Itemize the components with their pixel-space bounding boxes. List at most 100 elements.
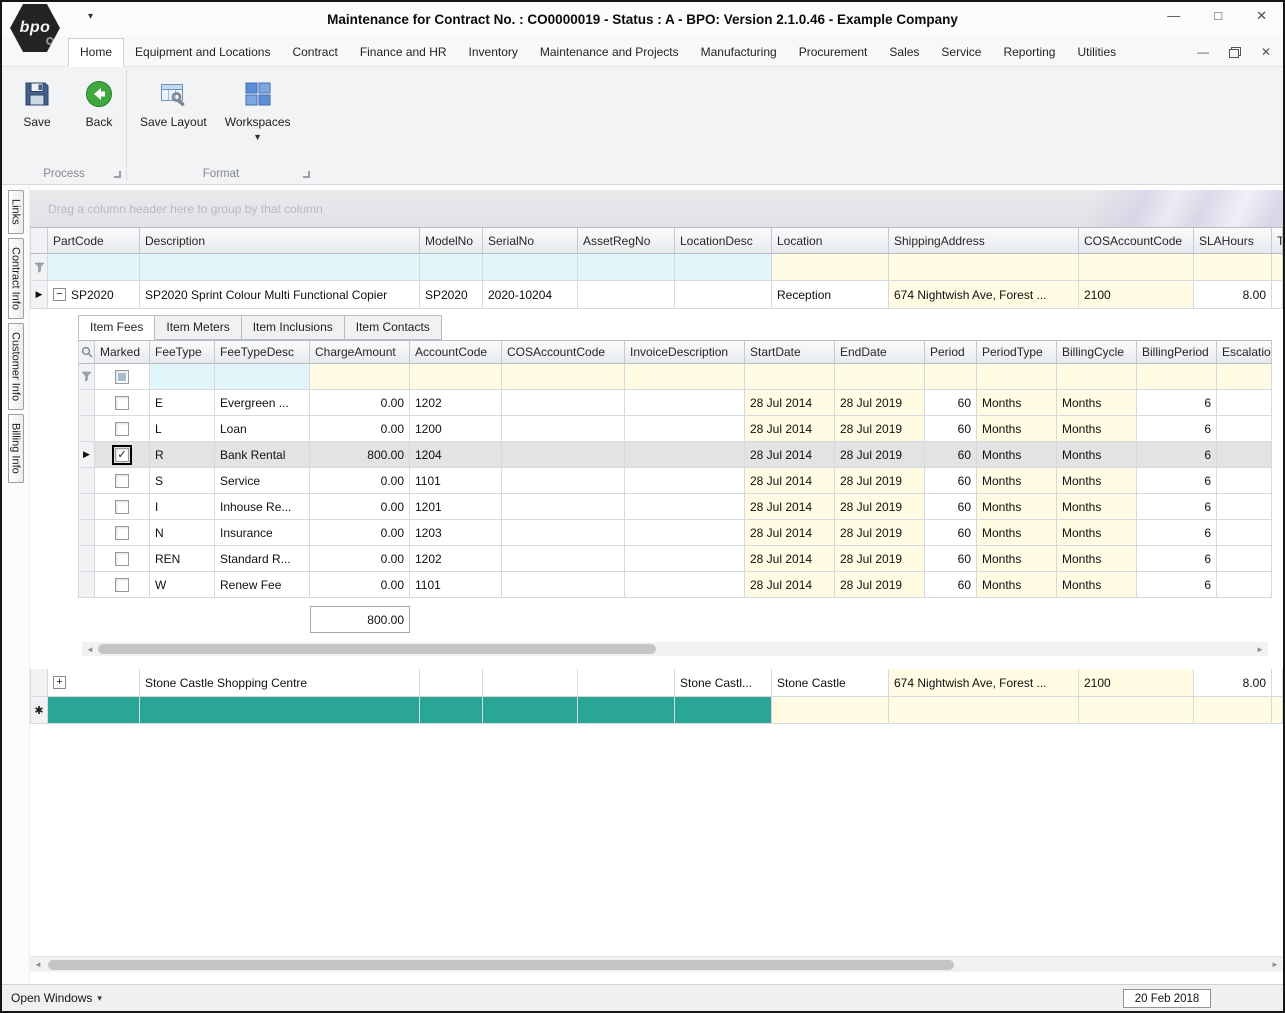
fee-row-w[interactable]: WRenew Fee0.00110128 Jul 201428 Jul 2019…	[78, 572, 1272, 598]
cell-marked[interactable]	[95, 520, 150, 546]
new-row-cell-location[interactable]	[772, 697, 889, 724]
cell-account-code[interactable]: 1200	[410, 416, 502, 442]
detail-column-accountcode[interactable]: AccountCode	[410, 341, 502, 364]
checkbox-unchecked-icon[interactable]	[115, 552, 129, 566]
cell-invoice-description[interactable]	[625, 442, 745, 468]
master-column-cosaccountcode[interactable]: COSAccountCode	[1079, 228, 1194, 254]
new-row-cell-t[interactable]	[1272, 697, 1283, 724]
close-button[interactable]: ✕	[1256, 8, 1267, 24]
detail-filter-invoicedescription[interactable]	[625, 364, 745, 390]
master-column-t[interactable]: T	[1272, 228, 1283, 254]
cell-escalation[interactable]	[1217, 468, 1272, 494]
expand-row-icon[interactable]: +	[53, 676, 66, 689]
cell-slahours[interactable]: 8.00	[1194, 281, 1272, 309]
scroll-left-icon[interactable]: ◄	[83, 642, 97, 656]
cell-invoice-description[interactable]	[625, 572, 745, 598]
cell-fee-type[interactable]: W	[150, 572, 215, 598]
cell-period-type[interactable]: Months	[977, 442, 1057, 468]
detail-tab-item-fees[interactable]: Item Fees	[78, 315, 155, 340]
cell-marked[interactable]	[95, 468, 150, 494]
cell-modelno[interactable]: SP2020	[420, 281, 483, 309]
cell-billing-period[interactable]: 6	[1137, 468, 1217, 494]
detail-column-startdate[interactable]: StartDate	[745, 341, 835, 364]
detail-column-period[interactable]: Period	[925, 341, 977, 364]
ribbon-tab-procurement[interactable]: Procurement	[788, 39, 879, 66]
cell-escalation[interactable]	[1217, 572, 1272, 598]
cell-fee-type-desc[interactable]: Inhouse Re...	[215, 494, 310, 520]
save-button[interactable]: Save	[10, 74, 64, 134]
detail-column-cosaccountcode[interactable]: COSAccountCode	[502, 341, 625, 364]
detail-filter-billingperiod[interactable]	[1137, 364, 1217, 390]
cell-fee-type[interactable]: I	[150, 494, 215, 520]
cell-cosaccountcode[interactable]: 2100	[1079, 281, 1194, 309]
detail-column-billingcycle[interactable]: BillingCycle	[1057, 341, 1137, 364]
cell-fee-type-desc[interactable]: Renew Fee	[215, 572, 310, 598]
cell-period[interactable]: 60	[925, 390, 977, 416]
master-row-stone-castle[interactable]: + Stone Castle Shopping Centre Stone Cas…	[30, 669, 1283, 697]
ribbon-tab-home[interactable]: Home	[68, 38, 124, 67]
cell-escalation[interactable]	[1217, 520, 1272, 546]
cell-marked[interactable]: ✓	[95, 442, 150, 468]
master-row-sp2020[interactable]: ▶ − SP2020 SP2020 Sprint Colour Multi Fu…	[30, 281, 1283, 309]
cell-period-type[interactable]: Months	[977, 572, 1057, 598]
master-filter-assetregno[interactable]	[578, 254, 675, 281]
back-button[interactable]: Back	[72, 74, 126, 134]
search-icon[interactable]	[78, 341, 95, 364]
cell-charge-amount[interactable]: 0.00	[310, 546, 410, 572]
new-row-cell-serialno[interactable]	[483, 697, 578, 724]
cell-end-date[interactable]: 28 Jul 2019	[835, 416, 925, 442]
cell-modelno[interactable]	[420, 669, 483, 697]
cell-account-code[interactable]: 1101	[410, 468, 502, 494]
cell-billing-period[interactable]: 6	[1137, 416, 1217, 442]
cell-start-date[interactable]: 28 Jul 2014	[745, 572, 835, 598]
side-tab-contract-info[interactable]: Contract Info	[8, 238, 24, 319]
cell-fee-type-desc[interactable]: Evergreen ...	[215, 390, 310, 416]
scrollbar-thumb[interactable]	[48, 960, 954, 970]
new-row-cell-shippingaddress[interactable]	[889, 697, 1079, 724]
side-tab-customer-info[interactable]: Customer Info	[8, 323, 24, 410]
cell-period[interactable]: 60	[925, 468, 977, 494]
detail-column-marked[interactable]: Marked	[95, 341, 150, 364]
master-filter-description[interactable]	[140, 254, 420, 281]
cell-cosaccountcode[interactable]: 2100	[1079, 669, 1194, 697]
ribbon-tab-utilities[interactable]: Utilities	[1066, 39, 1127, 66]
scrollbar-thumb[interactable]	[98, 644, 656, 654]
date-field[interactable]: 20 Feb 2018	[1123, 989, 1211, 1008]
fee-row-n[interactable]: NInsurance0.00120328 Jul 201428 Jul 2019…	[78, 520, 1272, 546]
cell-invoice-description[interactable]	[625, 416, 745, 442]
cell-cos-account-code[interactable]	[502, 572, 625, 598]
cell-marked[interactable]	[95, 390, 150, 416]
cell-billing-period[interactable]: 6	[1137, 390, 1217, 416]
mdi-close-button[interactable]: ✕	[1261, 45, 1271, 59]
cell-shippingaddress[interactable]: 674 Nightwish Ave, Forest ...	[889, 669, 1079, 697]
master-filter-location[interactable]	[772, 254, 889, 281]
cell-end-date[interactable]: 28 Jul 2019	[835, 546, 925, 572]
cell-billing-cycle[interactable]: Months	[1057, 546, 1137, 572]
master-column-slahours[interactable]: SLAHours	[1194, 228, 1272, 254]
cell-billing-cycle[interactable]: Months	[1057, 390, 1137, 416]
cell-charge-amount[interactable]: 800.00	[310, 442, 410, 468]
cell-period[interactable]: 60	[925, 494, 977, 520]
cell-end-date[interactable]: 28 Jul 2019	[835, 390, 925, 416]
cell-billing-period[interactable]: 6	[1137, 572, 1217, 598]
fee-row-e[interactable]: EEvergreen ...0.00120228 Jul 201428 Jul …	[78, 390, 1272, 416]
cell-fee-type-desc[interactable]: Standard R...	[215, 546, 310, 572]
cell-charge-amount[interactable]: 0.00	[310, 416, 410, 442]
master-filter-cosaccountcode[interactable]	[1079, 254, 1194, 281]
cell-fee-type-desc[interactable]: Service	[215, 468, 310, 494]
detail-column-billingperiod[interactable]: BillingPeriod	[1137, 341, 1217, 364]
detail-column-feetypedesc[interactable]: FeeTypeDesc	[215, 341, 310, 364]
scroll-left-icon[interactable]: ◄	[31, 957, 45, 971]
master-column-locationdesc[interactable]: LocationDesc	[675, 228, 772, 254]
cell-marked[interactable]	[95, 572, 150, 598]
cell-period[interactable]: 60	[925, 546, 977, 572]
master-filter-slahours[interactable]	[1194, 254, 1272, 281]
ribbon-tab-manufacturing[interactable]: Manufacturing	[690, 39, 788, 66]
detail-filter-enddate[interactable]	[835, 364, 925, 390]
master-filter-locationdesc[interactable]	[675, 254, 772, 281]
detail-filter-feetypedesc[interactable]	[215, 364, 310, 390]
detail-filter-periodtype[interactable]	[977, 364, 1057, 390]
checkbox-unchecked-icon[interactable]	[115, 500, 129, 514]
cell-marked[interactable]	[95, 494, 150, 520]
dialog-launcher-icon[interactable]	[303, 171, 310, 178]
